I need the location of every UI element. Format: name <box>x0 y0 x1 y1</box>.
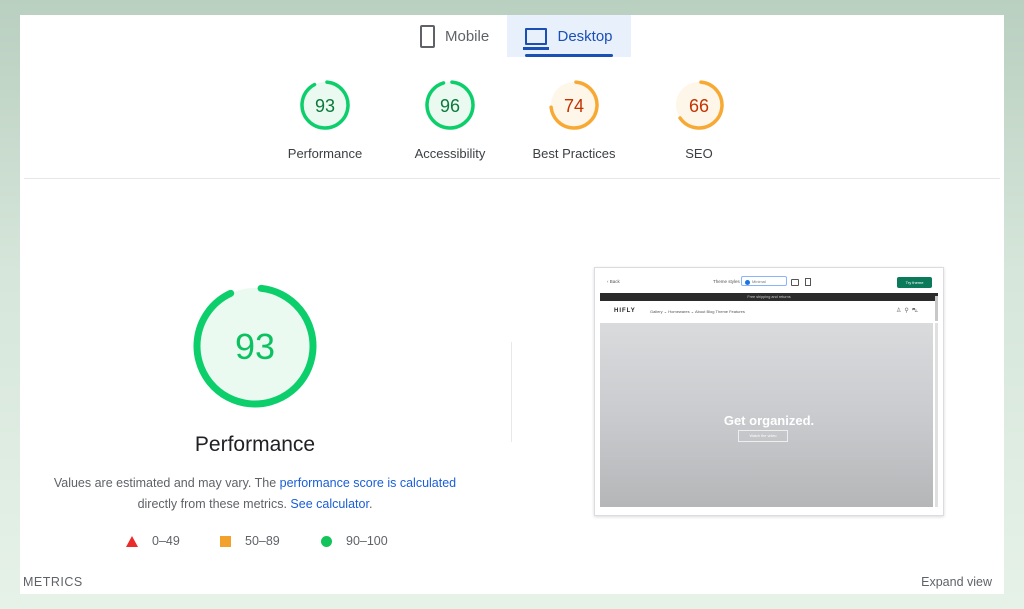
score-gauge-seo[interactable]: 66 SEO <box>639 78 759 161</box>
desc-suffix: . <box>368 497 373 511</box>
score-gauge-accessibility[interactable]: 96 Accessibility <box>390 78 510 161</box>
active-tab-indicator <box>525 54 613 57</box>
legend-fail-label: 0–49 <box>152 534 180 548</box>
legend-fail: 0–49 <box>126 534 180 548</box>
thumb-nav-links: Gallery ⌄ Homewares ⌄ About Blog Theme F… <box>650 309 745 314</box>
score-gauge-performance[interactable]: 93 Performance <box>265 78 385 161</box>
tab-mobile-label: Mobile <box>445 27 490 45</box>
expand-view-button[interactable]: Expand view <box>921 575 992 589</box>
tab-desktop[interactable]: Desktop <box>507 15 631 57</box>
score-label: Performance <box>287 146 363 161</box>
tab-mobile[interactable]: Mobile <box>412 15 497 57</box>
vertical-divider <box>511 342 512 442</box>
legend-average: 50–89 <box>220 534 280 548</box>
thumb-theme-select: Minimal <box>741 276 787 286</box>
thumb-hero-title: Get organized. <box>723 413 815 428</box>
performance-title: Performance <box>194 433 316 456</box>
thumb-try-button: Try theme <box>897 277 932 288</box>
score-value: 74 <box>564 96 584 116</box>
see-calculator-link[interactable]: See calculator <box>290 497 369 511</box>
legend-pass-label: 90–100 <box>346 534 388 548</box>
score-calculated-link[interactable]: performance score is calculated <box>280 476 456 490</box>
legend-pass: 90–100 <box>321 534 388 548</box>
triangle-icon <box>126 535 138 547</box>
thumb-nav: HIFLY Gallery ⌄ Homewares ⌄ About Blog T… <box>600 301 933 321</box>
thumb-hero-button: Watch the video <box>738 430 788 442</box>
desc-text: Values are estimated and may vary. The <box>53 476 280 490</box>
legend-average-label: 50–89 <box>245 534 280 548</box>
score-value: 93 <box>315 96 335 116</box>
performance-description: Values are estimated and may vary. The p… <box>40 473 470 515</box>
thumb-back: ‹ Back <box>607 279 620 284</box>
metrics-heading: METRICS <box>23 575 83 589</box>
score-label: Accessibility <box>414 146 486 161</box>
thumb-topbar: ‹ Back Theme styles Minimal Try theme <box>595 268 943 294</box>
desc-text-2: directly from these metrics. <box>137 497 291 511</box>
thumb-announcement: Free shipping and returns <box>600 293 938 301</box>
thumb-nav-icons: ♙⚲⛍ <box>896 308 921 314</box>
phone-icon <box>420 24 435 48</box>
thumb-theme-label: Theme styles <box>713 279 740 284</box>
page-screenshot-thumbnail: ‹ Back Theme styles Minimal Try theme Fr… <box>594 267 944 516</box>
desktop-icon <box>791 279 799 286</box>
square-icon <box>220 535 231 547</box>
score-value: 96 <box>440 96 460 116</box>
score-gauge-best-practices[interactable]: 74 Best Practices <box>514 78 634 161</box>
score-label: SEO <box>685 146 713 161</box>
performance-score-value: 93 <box>235 326 275 367</box>
circle-icon <box>321 535 332 547</box>
thumb-logo: HIFLY <box>614 308 636 314</box>
performance-gauge-large: 93 <box>190 281 320 416</box>
header-divider <box>24 178 1000 179</box>
mobile-icon <box>805 278 811 286</box>
thumb-scrollbar <box>935 296 938 321</box>
report-panel: Mobile Desktop 93 Performance 96 Accessibil… <box>20 15 1004 594</box>
score-label: Best Practices <box>532 146 616 161</box>
score-value: 66 <box>689 96 709 116</box>
laptop-icon <box>523 27 550 50</box>
tab-desktop-label: Desktop <box>557 27 613 45</box>
